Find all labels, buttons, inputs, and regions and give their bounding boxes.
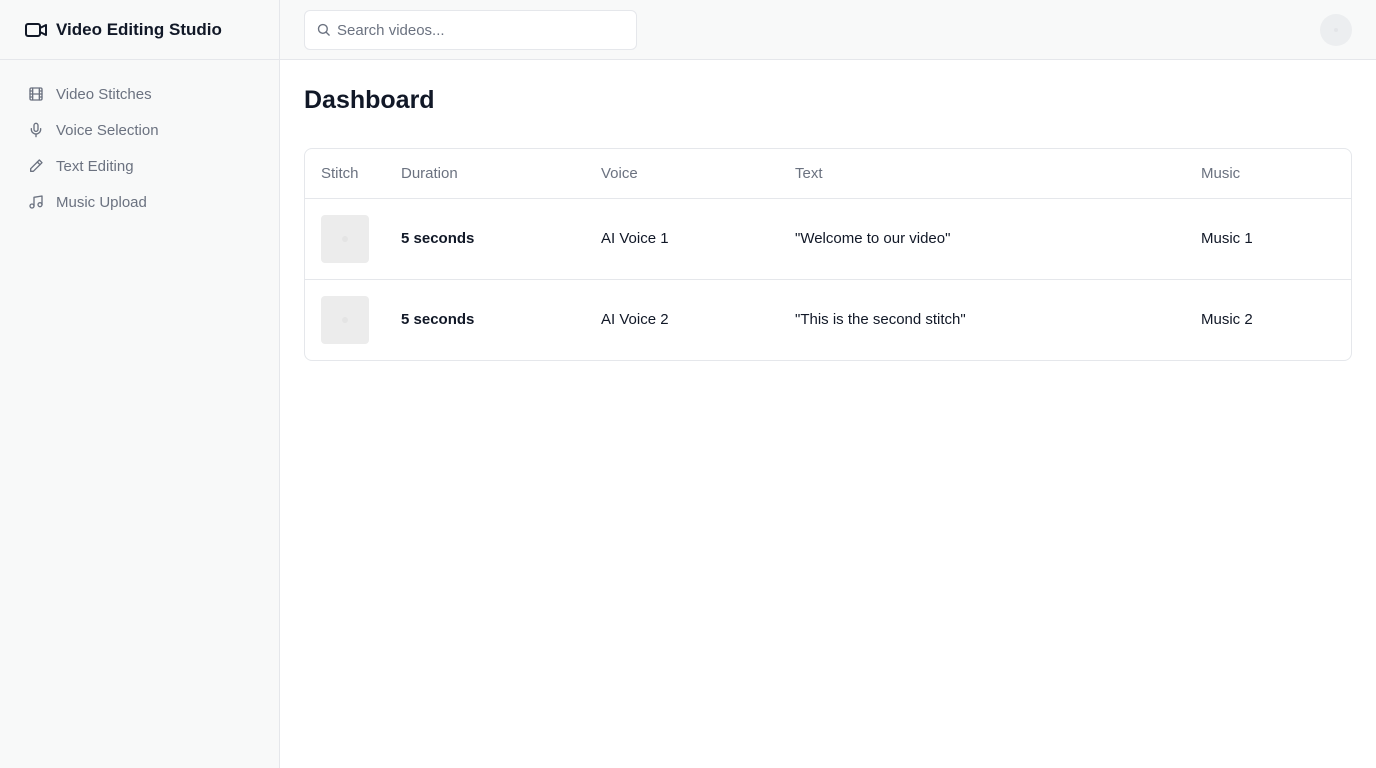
avatar[interactable] [1320, 14, 1352, 46]
column-header-music: Music [1185, 149, 1351, 199]
voice-cell: AI Voice 2 [585, 278, 779, 360]
music-note-icon [29, 195, 43, 209]
sidebar-item-text-editing[interactable]: Text Editing [0, 148, 279, 184]
table-row[interactable]: 5 seconds AI Voice 2 "This is the second… [305, 278, 1351, 360]
voice-cell: AI Voice 1 [601, 230, 669, 247]
microphone-icon [30, 122, 42, 138]
pencil-icon [30, 159, 43, 172]
stitch-cell [305, 198, 385, 279]
app-title: Video Editing Studio [56, 19, 222, 39]
column-header-text: Text [779, 149, 1185, 199]
film-icon [29, 87, 43, 101]
sidebar: Video Editing Studio Video Stitches Voic [0, 0, 280, 768]
video-camera-icon [25, 22, 47, 37]
sidebar-item-voice-selection[interactable]: Voice Selection [0, 112, 279, 148]
main-content: Dashboard Stitch Duration Voice Text Mus… [280, 60, 1376, 768]
stitch-cell [305, 278, 385, 360]
column-header-voice: Voice [585, 149, 779, 199]
sidebar-item-label: Video Stitches [56, 85, 152, 103]
search-icon [317, 23, 330, 36]
music-cell: Music 2 [1185, 278, 1351, 360]
stitch-thumbnail[interactable] [321, 295, 369, 344]
stitch-thumbnail[interactable] [321, 214, 369, 263]
duration-cell: 5 seconds [385, 278, 585, 360]
duration-cell: 5 seconds [401, 230, 475, 247]
search-input[interactable] [337, 11, 627, 49]
stitches-table: Stitch Duration Voice Text Music 5 secon… [305, 149, 1351, 360]
page-title: Dashboard [304, 86, 435, 114]
sidebar-item-label: Text Editing [56, 157, 134, 175]
sidebar-item-video-stitches[interactable]: Video Stitches [0, 76, 279, 112]
column-header-stitch: Stitch [305, 149, 385, 199]
sidebar-item-label: Voice Selection [56, 121, 159, 139]
sidebar-item-label: Music Upload [56, 193, 147, 211]
text-cell: "This is the second stitch" [779, 278, 1185, 360]
column-header-duration: Duration [385, 149, 585, 199]
text-cell: "Welcome to our video" [795, 230, 951, 247]
top-bar [280, 0, 1376, 60]
table-row[interactable]: 5 seconds AI Voice 1 "Welcome to our vid… [305, 198, 1351, 279]
sidebar-item-music-upload[interactable]: Music Upload [0, 184, 279, 220]
table-header-row: Stitch Duration Voice Text Music [305, 149, 1351, 199]
stitches-table-card: Stitch Duration Voice Text Music 5 secon… [304, 148, 1352, 361]
brand[interactable]: Video Editing Studio [0, 0, 279, 60]
music-cell: Music 1 [1201, 230, 1253, 247]
sidebar-nav: Video Stitches Voice Selection Text Edit… [0, 60, 279, 220]
search-box[interactable] [304, 10, 637, 50]
